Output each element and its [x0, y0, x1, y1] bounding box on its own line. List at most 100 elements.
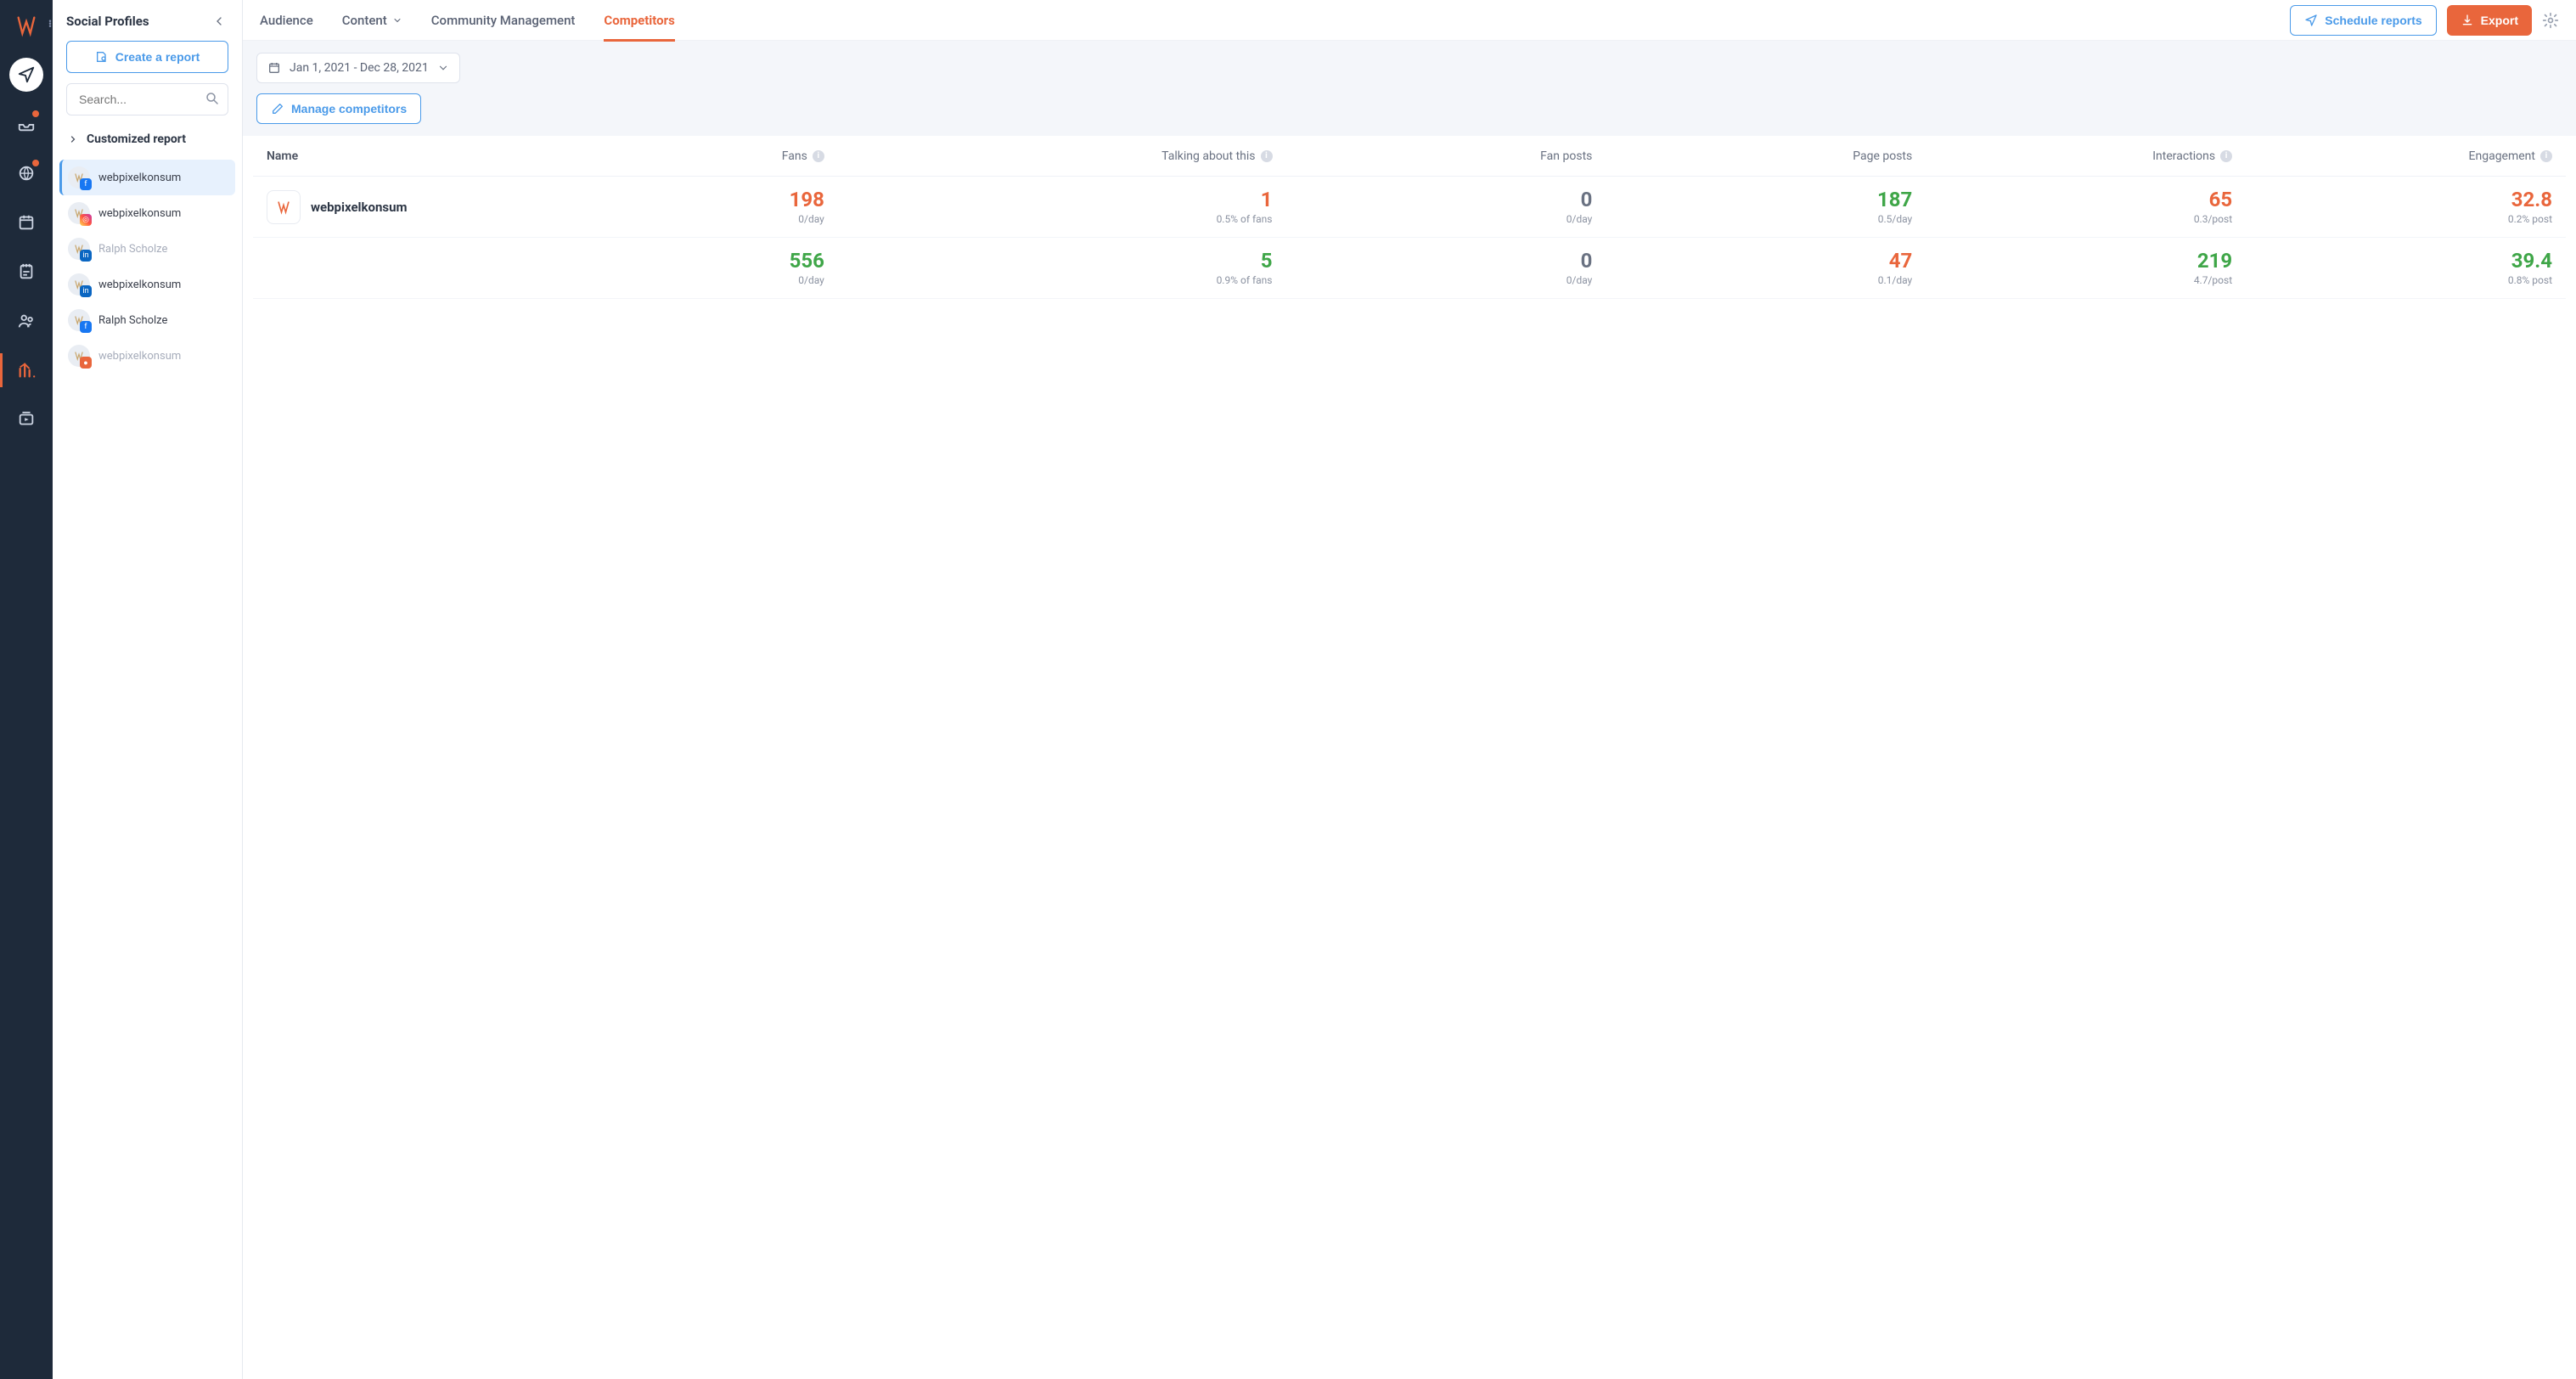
profile-list: fwebpixelkonsum◎webpixelkonsuminRalph Sc…: [59, 160, 235, 374]
profile-name: webpixelkonsum: [98, 207, 181, 220]
tab[interactable]: Content: [342, 0, 402, 41]
rail-team[interactable]: [0, 299, 53, 343]
rail-calendar[interactable]: [0, 200, 53, 245]
profile-item[interactable]: fwebpixelkonsum: [59, 160, 235, 195]
tab[interactable]: Competitors: [604, 0, 674, 41]
rail-listening[interactable]: [0, 151, 53, 195]
network-badge-icon: ◎: [80, 214, 92, 226]
table-column-header: Page posts: [1592, 149, 1912, 163]
topbar: Audience Content Community Management Compe…: [243, 0, 2576, 41]
create-report-label: Create a report: [115, 50, 200, 64]
cell-metric: 39.40.8% post: [2232, 250, 2552, 285]
metric-sub: 0.2% post: [2232, 213, 2552, 225]
network-badge-icon: in: [80, 285, 92, 297]
export-button[interactable]: Export: [2447, 5, 2532, 36]
cell-metric: 1870.5/day: [1592, 189, 1912, 224]
avatar: ◎: [68, 202, 90, 224]
competitor-name: webpixelkonsum: [311, 200, 408, 215]
profile-item[interactable]: inwebpixelkonsum: [59, 267, 235, 302]
tab-label: Competitors: [604, 13, 674, 28]
date-range-picker[interactable]: Jan 1, 2021 - Dec 28, 2021: [256, 53, 460, 83]
info-icon[interactable]: i: [2220, 150, 2232, 162]
notification-dot: [32, 160, 39, 166]
table-column-header: Talking about thisi: [824, 149, 1273, 163]
profile-name: Ralph Scholze: [98, 243, 167, 256]
toolbar: Jan 1, 2021 - Dec 28, 2021 Manage compet…: [243, 41, 2576, 136]
table-header: NameFansiTalking about thisiFan postsPag…: [253, 136, 2566, 177]
metric-sub: 0.1/day: [1592, 274, 1912, 286]
metric-sub: 0/day: [504, 213, 824, 225]
profile-name: webpixelkonsum: [98, 350, 181, 363]
manage-competitors-label: Manage competitors: [291, 102, 407, 115]
metric-sub: 0.9% of fans: [824, 274, 1273, 286]
sidebar-title: Social Profiles: [66, 14, 149, 29]
sidebar: Social Profiles Create a report Customiz…: [53, 0, 243, 1379]
date-range-label: Jan 1, 2021 - Dec 28, 2021: [290, 61, 429, 75]
table-row[interactable]: 5560/day50.9% of fans00/day470.1/day2194…: [253, 238, 2566, 299]
table-column-header: Fan posts: [1273, 149, 1593, 163]
cell-metric: 32.80.2% post: [2232, 189, 2552, 224]
customized-report-toggle[interactable]: Customized report: [59, 127, 235, 156]
avatar: ●: [68, 345, 90, 367]
table-column-header: Name: [267, 149, 504, 163]
cell-metric: 5560/day: [504, 250, 824, 285]
create-report-button[interactable]: Create a report: [66, 41, 228, 73]
profile-item[interactable]: ◎ webpixelkonsum: [59, 195, 235, 231]
profile-item[interactable]: fRalph Scholze: [59, 302, 235, 338]
settings-button[interactable]: [2542, 12, 2559, 29]
rail-inbox[interactable]: [0, 102, 53, 146]
send-icon: [2304, 14, 2318, 27]
table-body: webpixelkonsum1980/day10.5% of fans00/da…: [253, 177, 2566, 299]
download-icon: [2461, 14, 2474, 27]
cell-name: webpixelkonsum: [267, 190, 504, 224]
calendar-icon: [267, 61, 281, 75]
metric-sub: 0.8% post: [2232, 274, 2552, 286]
rail-publish[interactable]: [0, 53, 53, 97]
customized-report-label: Customized report: [87, 132, 186, 146]
chevron-right-icon: [68, 134, 78, 144]
table: NameFansiTalking about thisiFan postsPag…: [243, 136, 2576, 1379]
notification-dot: [32, 110, 39, 117]
collapse-sidebar-button[interactable]: [210, 12, 228, 31]
tab-label: Audience: [260, 13, 313, 28]
network-badge-icon: in: [80, 250, 92, 262]
profile-item[interactable]: in Ralph Scholze: [59, 231, 235, 267]
table-column-header: Fansi: [504, 149, 824, 163]
schedule-reports-button[interactable]: Schedule reports: [2290, 5, 2436, 36]
metric-value: 5: [824, 250, 1273, 272]
info-icon[interactable]: i: [813, 150, 824, 162]
export-label: Export: [2481, 14, 2518, 27]
network-badge-icon: f: [80, 321, 92, 333]
cell-metric: 00/day: [1273, 250, 1593, 285]
info-icon[interactable]: i: [2540, 150, 2552, 162]
metric-value: 0: [1273, 250, 1593, 272]
tabs: Audience Content Community Management Compe…: [260, 0, 675, 41]
cell-metric: 47 0.1/day: [1592, 250, 1912, 285]
tab[interactable]: Community Management: [431, 0, 576, 41]
metric-value: 198: [504, 189, 824, 211]
tab[interactable]: Audience: [260, 0, 313, 41]
metric-value: 47: [1592, 250, 1912, 272]
network-badge-icon: ●: [80, 357, 92, 369]
cell-metric: 10.5% of fans: [824, 189, 1273, 224]
manage-competitors-button[interactable]: Manage competitors: [256, 93, 421, 124]
kebab-icon[interactable]: •••: [48, 20, 52, 28]
icon-rail: •••: [0, 0, 53, 1379]
info-icon[interactable]: i: [1261, 150, 1273, 162]
profile-item[interactable]: ● webpixelkonsum: [59, 338, 235, 374]
chevron-down-icon: [392, 15, 402, 25]
brand-logo[interactable]: •••: [9, 8, 43, 42]
metric-value: 556: [504, 250, 824, 272]
network-badge-icon: f: [80, 178, 92, 190]
metric-sub: 0.5% of fans: [824, 213, 1273, 225]
table-column-header: Interactionsi: [1912, 149, 2232, 163]
rail-library[interactable]: [0, 397, 53, 442]
rail-notes[interactable]: [0, 250, 53, 294]
tab-label: Community Management: [431, 13, 576, 28]
rail-analytics[interactable]: [0, 348, 53, 392]
main: Audience Content Community Management Compe…: [243, 0, 2576, 1379]
table-row[interactable]: webpixelkonsum1980/day10.5% of fans00/da…: [253, 177, 2566, 238]
metric-value: 65: [1912, 189, 2232, 211]
chevron-down-icon: [437, 62, 449, 74]
metric-sub: 0/day: [1273, 213, 1593, 225]
